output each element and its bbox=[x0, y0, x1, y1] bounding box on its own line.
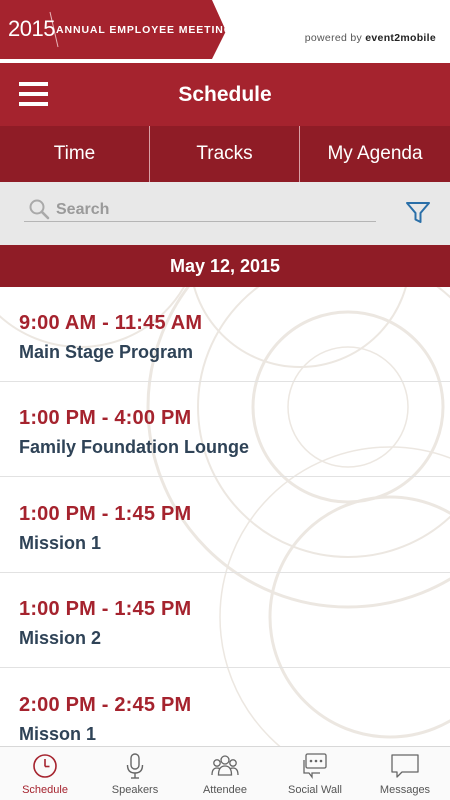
session-time: 9:00 AM - 11:45 AM bbox=[19, 312, 203, 334]
session-title: Misson 1 bbox=[19, 724, 97, 744]
session-item[interactable]: 9:00 AM - 11:45 AM Main Stage Program bbox=[0, 287, 450, 382]
chat-bubble-icon bbox=[303, 753, 327, 779]
bottom-nav: Schedule Speakers Attendee Social Wall M… bbox=[0, 746, 450, 800]
session-item[interactable]: 2:00 PM - 2:45 PM Misson 1 bbox=[0, 669, 450, 746]
session-time: 1:00 PM - 1:45 PM bbox=[19, 598, 192, 620]
session-title: Family Foundation Lounge bbox=[19, 437, 249, 457]
event-banner: 2015 ANNUAL EMPLOYEE MEETING powered by … bbox=[0, 0, 450, 63]
nav-speakers[interactable]: Speakers bbox=[90, 747, 180, 800]
nav-label: Attendee bbox=[202, 784, 248, 796]
session-time: 1:00 PM - 4:00 PM bbox=[19, 407, 192, 429]
powered-by: powered by event2mobile bbox=[305, 32, 436, 44]
microphone-icon bbox=[126, 753, 144, 779]
nav-label: Messages bbox=[379, 784, 431, 796]
session-time: 2:00 PM - 2:45 PM bbox=[19, 694, 192, 716]
nav-social-wall[interactable]: Social Wall bbox=[270, 747, 360, 800]
message-icon bbox=[391, 754, 419, 778]
nav-label: Speakers bbox=[111, 784, 159, 796]
search-bar: Search bbox=[0, 182, 450, 245]
banner-year: 2015 bbox=[8, 16, 55, 41]
app-root: 2015 ANNUAL EMPLOYEE MEETING powered by … bbox=[0, 0, 450, 800]
session-title: Mission 1 bbox=[19, 533, 102, 553]
session-time: 1:00 PM - 1:45 PM bbox=[19, 503, 192, 525]
banner-title: ANNUAL EMPLOYEE MEETING bbox=[56, 24, 233, 36]
session-title: Main Stage Program bbox=[19, 342, 194, 362]
session-item[interactable]: 1:00 PM - 1:45 PM Mission 1 bbox=[0, 478, 450, 573]
nav-label: Schedule bbox=[22, 784, 68, 796]
people-icon bbox=[211, 755, 239, 776]
search-placeholder: Search bbox=[56, 201, 110, 218]
nav-label: Social Wall bbox=[288, 784, 342, 796]
schedule-tabs: Time Tracks My Agenda bbox=[0, 126, 450, 182]
session-item[interactable]: 1:00 PM - 4:00 PM Family Foundation Loun… bbox=[0, 382, 450, 477]
search-icon bbox=[29, 199, 50, 220]
session-title: Mission 2 bbox=[19, 628, 102, 648]
search-input[interactable]: Search bbox=[24, 196, 376, 222]
session-list[interactable]: 9:00 AM - 11:45 AM Main Stage Program 1:… bbox=[0, 287, 450, 746]
nav-messages[interactable]: Messages bbox=[360, 747, 450, 800]
nav-attendee[interactable]: Attendee bbox=[180, 747, 270, 800]
tab-tracks[interactable]: Tracks bbox=[149, 126, 299, 182]
powered-prefix: powered by bbox=[304, 32, 363, 44]
filter-icon[interactable] bbox=[405, 201, 431, 225]
app-header: Schedule bbox=[0, 63, 450, 126]
date-header: May 12, 2015 bbox=[0, 245, 450, 287]
page-title: Schedule bbox=[178, 83, 272, 106]
session-item[interactable]: 1:00 PM - 1:45 PM Mission 2 bbox=[0, 573, 450, 668]
powered-brand: event2mobile bbox=[365, 32, 436, 44]
tab-my-agenda[interactable]: My Agenda bbox=[299, 126, 450, 182]
clock-icon bbox=[33, 754, 57, 778]
tab-time[interactable]: Time bbox=[0, 126, 149, 182]
nav-schedule[interactable]: Schedule bbox=[0, 747, 90, 800]
